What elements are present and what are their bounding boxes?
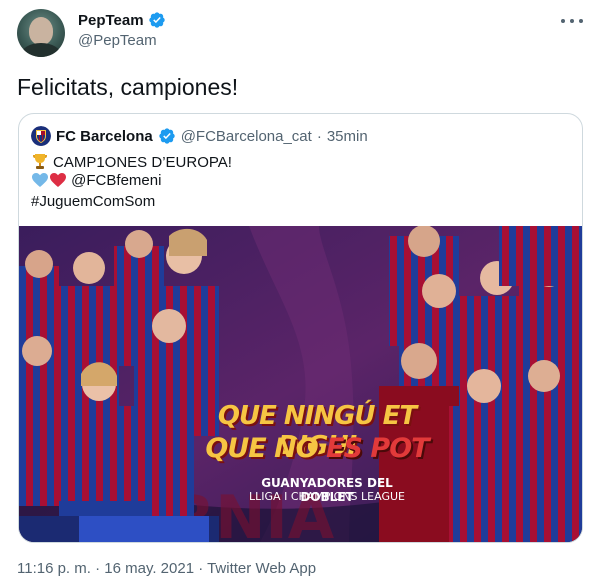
poster-headline-2b: ES POT bbox=[326, 433, 429, 464]
author-name-row[interactable]: PepTeam bbox=[78, 11, 166, 29]
author-handle[interactable]: @PepTeam bbox=[78, 32, 157, 49]
more-options-icon[interactable] bbox=[561, 12, 583, 30]
poster-headline-2: QUE NO ES POT bbox=[197, 433, 437, 464]
quoted-tweet[interactable]: FC Barcelona @FCBarcelona_cat · 35min CA… bbox=[18, 113, 583, 543]
more-dot bbox=[561, 19, 565, 23]
quoted-media-image[interactable]: RNIA QUE NINGÚ ET DIGUI QUE NO ES POT GU… bbox=[19, 226, 582, 542]
mention-link[interactable]: @FCBfemeni bbox=[71, 172, 161, 189]
quoted-text-line1: CAMP1ONES D’EUROPA! bbox=[31, 152, 232, 171]
more-dot bbox=[570, 19, 574, 23]
quoted-line1-text: CAMP1ONES D’EUROPA! bbox=[53, 154, 232, 171]
tweet-card: PepTeam @PepTeam Felicitats, campiones! … bbox=[0, 0, 599, 587]
trophy-icon bbox=[33, 154, 47, 169]
tweet-timestamp[interactable]: 11:16 p. m. · 16 may. 2021 · Twitter Web… bbox=[17, 560, 316, 577]
more-dot bbox=[579, 19, 583, 23]
verified-badge-icon bbox=[148, 12, 165, 28]
avatar-body-shape bbox=[21, 43, 61, 57]
blue-heart-icon bbox=[32, 173, 48, 187]
author-name[interactable]: PepTeam bbox=[78, 12, 144, 29]
red-heart-icon bbox=[50, 173, 66, 187]
poster-subtitle-2: LLIGA I CHAMPIONS LEAGUE bbox=[249, 490, 405, 503]
quoted-time[interactable]: 35min bbox=[327, 128, 368, 145]
fc-barcelona-crest-icon[interactable] bbox=[31, 126, 51, 146]
tweet-text: Felicitats, campiones! bbox=[17, 74, 239, 100]
quoted-author-handle[interactable]: @FCBarcelona_cat bbox=[181, 128, 312, 145]
quoted-author-name[interactable]: FC Barcelona bbox=[56, 128, 153, 145]
avatar-head-shape bbox=[29, 17, 53, 45]
separator-dot: · bbox=[316, 127, 322, 145]
author-avatar[interactable] bbox=[17, 9, 65, 57]
hashtag-link[interactable]: #JuguemComSom bbox=[31, 193, 155, 210]
quoted-text-line2: @FCBfemeni bbox=[31, 172, 161, 189]
quoted-tweet-header: FC Barcelona @FCBarcelona_cat · 35min bbox=[31, 126, 368, 146]
verified-badge-icon bbox=[159, 128, 175, 144]
poster-headline-2a: QUE NO bbox=[205, 433, 318, 464]
